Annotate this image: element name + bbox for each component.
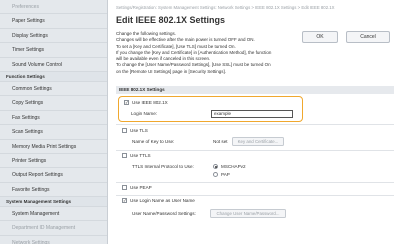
page-title: Edit IEEE 802.1X Settings [116,15,226,25]
use-login-as-user-label: Use Login Name as User Name [130,198,195,203]
sidebar-item-favorite-settings[interactable]: Favorite Settings [0,183,107,198]
divider [116,195,394,196]
sidebar-item-copy-settings[interactable]: Copy Settings [0,96,107,111]
sidebar-item-fax-settings[interactable]: Fax Settings [0,111,107,126]
sidebar-item-scan-settings[interactable]: Scan Settings [0,125,107,140]
sidebar-item-timer-settings[interactable]: Timer Settings [0,43,107,58]
breadcrumb: Settings/Registration: System Management… [116,5,335,10]
login-name-input[interactable]: example [211,110,293,118]
cancel-button[interactable]: Cancel [346,31,390,43]
sidebar-header-function-settings: Function Settings [0,71,107,82]
mschapv2-radio[interactable] [213,164,218,169]
ttls-protocol-label: TTLS Internal Protocol to Use: [132,164,194,169]
info-text: Change the following settings. Changes w… [116,31,298,75]
main-panel: Settings/Registration: System Management… [108,0,400,244]
use-peap-label: Use PEAP [130,185,152,190]
user-pass-settings-label: User Name/Password Settings: [132,211,196,216]
pap-label: PAP [221,172,230,177]
use-peap-checkbox[interactable] [122,185,127,190]
use-ttls-checkbox[interactable] [122,153,127,158]
sidebar: Preferences Paper Settings Display Setti… [0,0,108,244]
divider [116,182,394,183]
sidebar-item-memory-media-print-settings[interactable]: Memory Media Print Settings [0,140,107,154]
use-ieee-checkbox[interactable] [124,100,129,106]
use-ttls-label: Use TTLS [130,153,151,158]
sidebar-item-department-id-management[interactable]: Department ID Management [0,221,107,236]
divider [116,150,394,151]
login-name-label: Login Name: [131,111,158,116]
sidebar-item-output-report-settings[interactable]: Output Report Settings [0,168,107,183]
section-header: IEEE 802.1X Settings [116,86,394,94]
divider [116,124,394,125]
highlight-box: Use IEEE 802.1X Login Name: example [118,96,303,122]
use-tls-checkbox[interactable] [122,128,127,133]
use-tls-label: Use TLS [130,128,148,133]
sidebar-item-display-settings[interactable]: Display Settings [0,29,107,44]
use-login-as-user-checkbox[interactable] [122,198,127,204]
sidebar-item-network-settings[interactable]: Network Settings [0,236,107,244]
mschapv2-label: MSCHAPv2 [221,164,246,169]
sidebar-item-paper-settings[interactable]: Paper Settings [0,14,107,29]
sidebar-item-system-management[interactable]: System Management [0,207,107,222]
key-to-use-value: Not set [213,139,228,144]
sidebar-item-common-settings[interactable]: Common Settings [0,82,107,97]
sidebar-header-system-management-settings: System Management Settings [0,197,107,208]
sidebar-item-printer-settings[interactable]: Printer Settings [0,154,107,169]
sidebar-item-sound-volume-control[interactable]: Sound Volume Control [0,58,107,72]
sidebar-item-preferences[interactable]: Preferences [0,0,107,15]
change-user-password-button[interactable]: Change User Name/Password... [210,209,286,218]
ok-button[interactable]: OK [302,31,338,43]
key-and-certificate-button[interactable]: Key and Certificate... [232,137,284,146]
key-to-use-label: Name of Key to Use: [132,139,175,144]
use-ieee-label: Use IEEE 802.1X [132,100,168,105]
info-line: on the [Remote UI Settings] page in [Sec… [116,68,227,74]
pap-radio[interactable] [213,172,218,177]
